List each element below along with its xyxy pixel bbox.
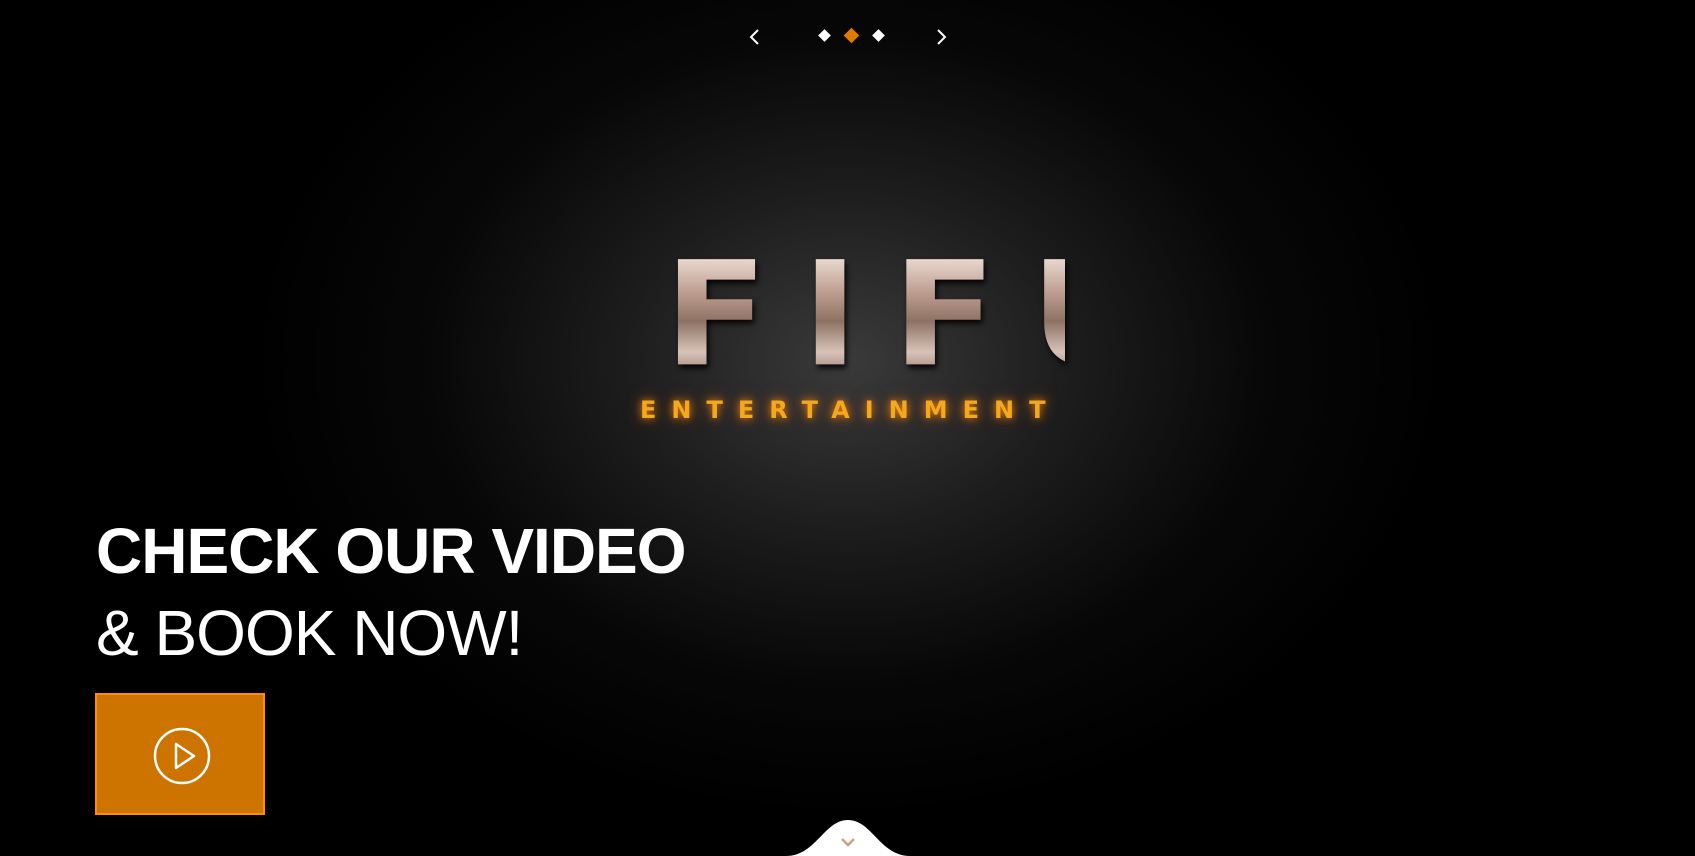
slider-dot-2-active[interactable]: [843, 27, 860, 44]
play-circle-icon: [152, 726, 212, 786]
scroll-down-button[interactable]: [786, 820, 910, 856]
headline-line-2: & BOOK NOW!: [96, 597, 523, 669]
play-video-button[interactable]: [95, 693, 265, 815]
slider-next-button[interactable]: [926, 22, 956, 52]
logo-wordmark: FIFU: [630, 242, 1154, 386]
chevron-left-icon: [749, 29, 759, 45]
slider-navigation: [740, 22, 956, 52]
slider-dot-3[interactable]: [872, 29, 885, 42]
hero-banner: FIFU ENTERTAINMENT CHECK OUR VIDEO & BOO…: [0, 0, 1695, 856]
logo-subtitle: ENTERTAINMENT: [640, 396, 1061, 424]
slider-prev-button[interactable]: [740, 22, 770, 52]
chevron-down-icon: [839, 836, 857, 848]
slider-dot-1[interactable]: [818, 29, 831, 42]
hero-headline: CHECK OUR VIDEO & BOOK NOW!: [96, 512, 796, 676]
chevron-right-icon: [937, 29, 947, 45]
headline-line-1: CHECK OUR VIDEO: [96, 515, 687, 587]
fifu-entertainment-logo: FIFU ENTERTAINMENT: [630, 242, 1154, 440]
